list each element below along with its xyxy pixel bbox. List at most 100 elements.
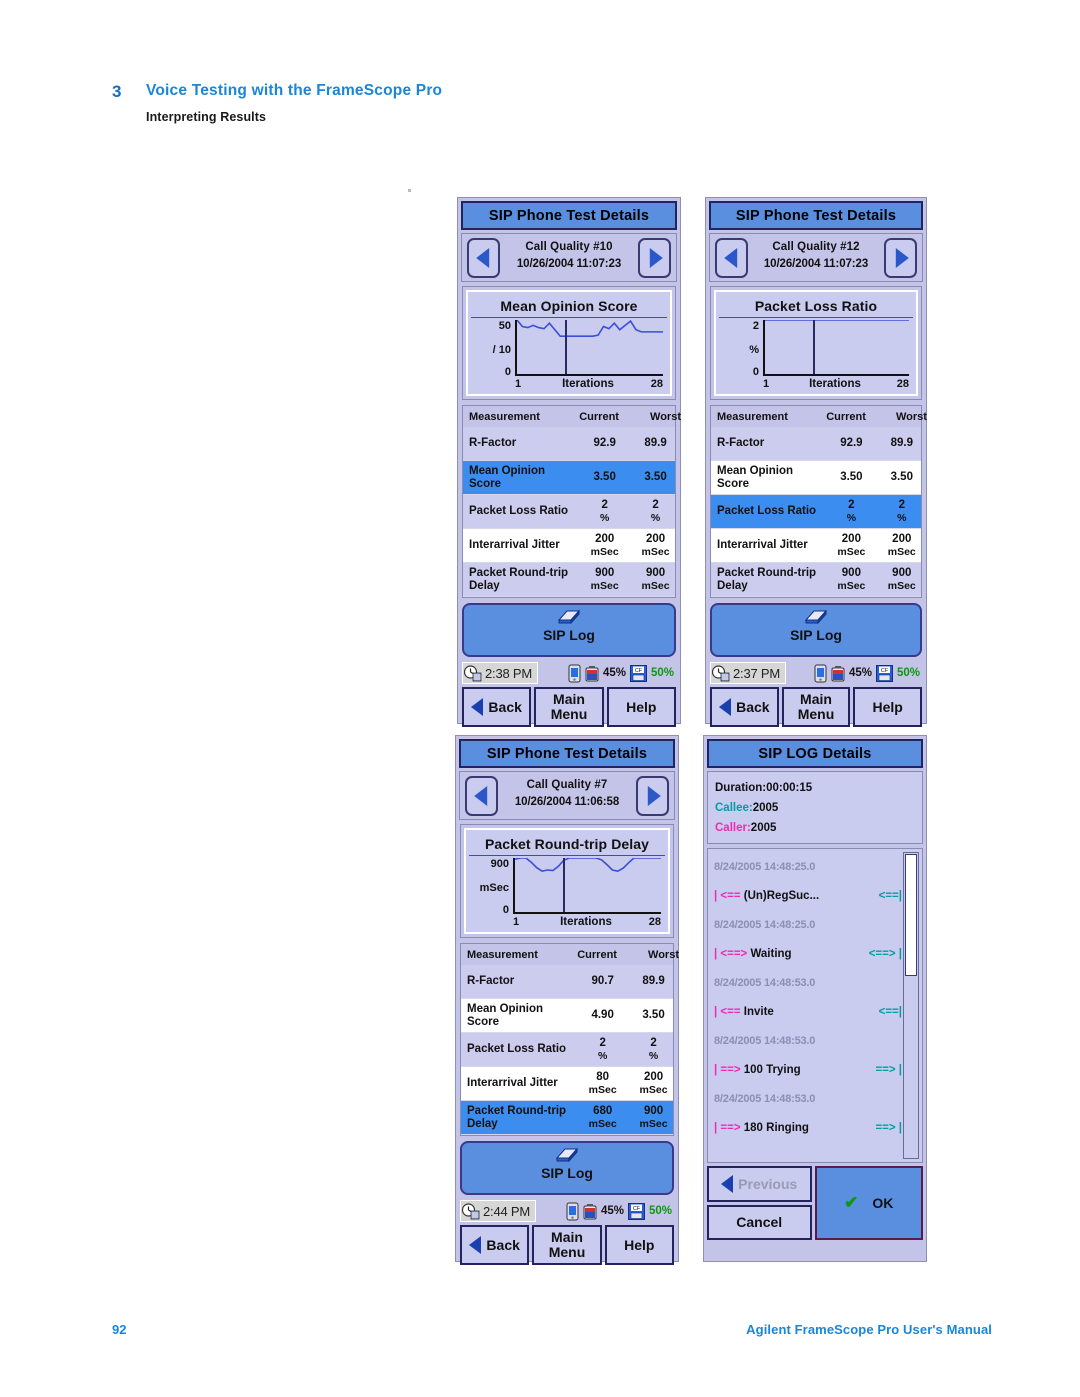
cancel-button[interactable]: Cancel	[707, 1204, 812, 1240]
record-navigation-bar: Call Quality #7 10/26/2004 11:06:58	[459, 771, 675, 820]
log-entry[interactable]: | <== (Un)RegSuc... <==|	[714, 882, 902, 911]
measurement-worst-value: 2%	[630, 499, 681, 525]
measurement-current-value: 680 mSec	[577, 1105, 628, 1131]
log-scrollbar-thumb[interactable]	[905, 854, 917, 976]
chart-line	[515, 858, 661, 912]
svg-text:CF: CF	[633, 1206, 641, 1212]
table-row[interactable]: Packet Loss Ratio 2% 2%	[463, 495, 675, 529]
panel-title: SIP Phone Test Details	[709, 201, 923, 230]
log-entry[interactable]: | ==> 180 Ringing ==> |	[714, 1114, 902, 1143]
chapter-title: Voice Testing with the FrameScope Pro	[146, 82, 443, 99]
main-menu-button-label: Main Menu	[797, 691, 835, 722]
column-header-measurement: Measurement	[467, 948, 538, 961]
back-button[interactable]: Back	[460, 1225, 530, 1265]
measurement-name: Interarrival Jitter	[717, 539, 808, 551]
previous-record-button[interactable]	[715, 238, 748, 278]
page-footer: 92 Agilent FrameScope Pro User's Manual	[112, 1322, 992, 1342]
next-record-button[interactable]	[884, 238, 917, 278]
storage-percent: 50%	[650, 667, 674, 679]
callee-label: Callee:	[715, 802, 753, 814]
y-axis-min: 0	[752, 366, 759, 378]
table-row[interactable]: Packet Round-trip Delay 900 mSec 900 mSec	[463, 563, 675, 597]
plot-cursor-line	[812, 320, 815, 374]
previous-record-button[interactable]	[465, 776, 498, 816]
next-record-button[interactable]	[636, 776, 669, 816]
chart-plot: 2% 0 1 Iterations 28	[719, 317, 913, 392]
previous-record-button[interactable]	[467, 238, 500, 278]
next-record-button[interactable]	[638, 238, 671, 278]
main-menu-button[interactable]: Main Menu	[781, 687, 851, 727]
button-bar: Back Main Menu Help	[460, 1225, 674, 1265]
y-axis-max: 900	[490, 858, 509, 870]
status-time: 2:38 PM	[485, 665, 533, 681]
plot-area	[513, 858, 661, 914]
record-navigation-bar: Call Quality #10 10/26/2004 11:07:23	[461, 233, 677, 282]
call-timestamp: 10/26/2004 11:07:23	[763, 258, 869, 270]
measurement-name: Mean Opinion Score	[717, 464, 794, 490]
status-time: 2:37 PM	[733, 665, 781, 681]
table-row[interactable]: Mean Opinion Score 4.90 3.50	[461, 999, 673, 1033]
status-time: 2:44 PM	[483, 1203, 531, 1219]
sip-log-button-label: SIP Log	[541, 1165, 593, 1181]
value-unit: %	[598, 1049, 608, 1062]
measurement-worst-value: 200 mSec	[630, 533, 681, 559]
back-button[interactable]: Back	[462, 687, 532, 727]
caller-value: 2005	[750, 822, 777, 834]
y-axis-min: 0	[502, 904, 509, 916]
measurement-name: Packet Loss Ratio	[717, 505, 817, 517]
value-unit: %	[600, 511, 610, 524]
table-row[interactable]: R-Factor 90.7 89.9	[461, 965, 673, 999]
measurement-current-value: 900 mSec	[579, 567, 630, 593]
table-row[interactable]: R-Factor 92.9 89.9	[463, 427, 675, 461]
main-menu-button-label: Main Menu	[548, 1229, 586, 1260]
value-unit: mSec	[887, 545, 916, 558]
table-row[interactable]: Packet Round-trip Delay 900 mSec 900 mSec	[711, 563, 921, 597]
book-icon	[805, 609, 827, 624]
log-entry[interactable]: | ==> 100 Trying ==> |	[714, 1056, 902, 1085]
measurement-worst-value: 89.9	[890, 437, 913, 449]
table-row[interactable]: Packet Round-trip Delay 680 mSec 900 mSec	[461, 1101, 673, 1135]
ok-button[interactable]: ✔ OK	[814, 1166, 923, 1240]
table-row[interactable]: Mean Opinion Score 3.50 3.50	[463, 461, 675, 495]
clock-display: 2:37 PM	[710, 662, 787, 684]
page-header: 3 Voice Testing with the FrameScope Pro I…	[112, 82, 992, 124]
log-arrow-left-icon: | <==	[714, 890, 741, 902]
help-button[interactable]: Help	[606, 687, 676, 727]
previous-button[interactable]: Previous	[707, 1166, 812, 1202]
table-row[interactable]: Interarrival Jitter 200 mSec 200 mSec	[463, 529, 675, 563]
measurement-current-value: 2%	[579, 499, 630, 525]
plot-cursor-line	[565, 320, 568, 374]
log-scrollbar[interactable]	[903, 852, 919, 1159]
main-menu-button[interactable]: Main Menu	[534, 687, 604, 727]
table-row[interactable]: Packet Loss Ratio 2% 2%	[711, 495, 921, 529]
help-button[interactable]: Help	[604, 1225, 674, 1265]
y-axis-min: 0	[504, 366, 511, 378]
sip-log-list[interactable]: 8/24/2005 14:48:25.0 | <== (Un)RegSuc... <…	[707, 848, 923, 1163]
table-row[interactable]: R-Factor 92.9 89.9	[711, 427, 921, 461]
log-entry[interactable]: | <== Invite <==|	[714, 998, 902, 1027]
log-entry[interactable]: | <==> Waiting <==> |	[714, 940, 902, 969]
measurement-current-value: 4.90	[591, 1009, 614, 1021]
panel-title: SIP Phone Test Details	[461, 201, 677, 230]
measurement-name: Mean Opinion Score	[467, 1002, 544, 1028]
chart-panel: Packet Loss Ratio 2% 0 1 Iterations 28	[710, 286, 922, 400]
column-header-current: Current	[577, 948, 617, 961]
x-axis-end: 28	[896, 378, 909, 390]
record-navigation-bar: Call Quality #12 10/26/2004 11:07:23	[709, 233, 923, 282]
table-row[interactable]: Mean Opinion Score 3.50 3.50	[711, 461, 921, 495]
table-row[interactable]: Interarrival Jitter 80 mSec 200 mSec	[461, 1067, 673, 1101]
back-button[interactable]: Back	[710, 687, 779, 727]
sip-log-button[interactable]: SIP Log	[710, 603, 922, 657]
log-timestamp: 8/24/2005 14:48:25.0	[714, 919, 816, 931]
sip-log-button[interactable]: SIP Log	[462, 603, 676, 657]
main-menu-button[interactable]: Main Menu	[532, 1225, 602, 1265]
panel-mos: SIP Phone Test Details Call Quality #10 10…	[457, 197, 681, 727]
sip-log-button[interactable]: SIP Log	[460, 1141, 674, 1195]
panel-plr: SIP Phone Test Details Call Quality #12 10…	[705, 197, 927, 727]
help-button[interactable]: Help	[853, 687, 923, 727]
panel-rtd: SIP Phone Test Details Call Quality #7 10/…	[455, 735, 679, 1265]
measurement-current-value: 200 mSec	[579, 533, 630, 559]
battery-icon	[831, 665, 845, 681]
table-row[interactable]: Packet Loss Ratio 2% 2%	[461, 1033, 673, 1067]
table-row[interactable]: Interarrival Jitter 200 mSec 200 mSec	[711, 529, 921, 563]
